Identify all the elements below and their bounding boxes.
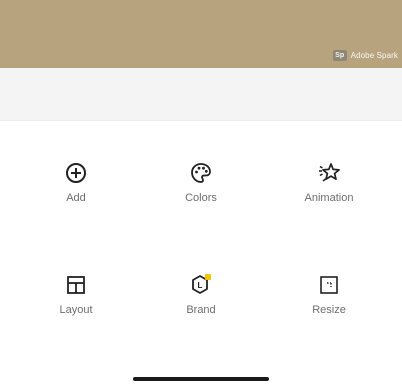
tool-layout-button[interactable]: Layout xyxy=(21,272,131,328)
tool-layout-label: Layout xyxy=(59,304,93,316)
tool-brand-label: Brand xyxy=(186,304,216,316)
animation-sparkle-icon xyxy=(316,160,342,186)
tool-add-button[interactable]: Add xyxy=(21,160,131,216)
tools-grid: Add Colors Animation Layout L Brand Resi… xyxy=(0,160,402,330)
canvas-strip xyxy=(0,68,402,121)
palette-icon xyxy=(188,160,214,186)
brand-hexagon-icon: L xyxy=(188,272,214,298)
layout-grid-icon xyxy=(63,272,89,298)
tool-add-label: Add xyxy=(66,192,86,204)
resize-frame-icon xyxy=(316,272,342,298)
tool-brand-button[interactable]: L Brand xyxy=(146,272,256,328)
adobe-spark-watermark: Sp Adobe Spark xyxy=(332,50,398,61)
tool-resize-label: Resize xyxy=(312,304,346,316)
tool-colors-button[interactable]: Colors xyxy=(146,160,256,216)
design-preview-banner: Sp Adobe Spark xyxy=(0,0,402,68)
tool-animation-button[interactable]: Animation xyxy=(274,160,384,216)
add-circle-icon xyxy=(63,160,89,186)
brand-badge-icon xyxy=(205,274,211,280)
tool-resize-button[interactable]: Resize xyxy=(274,272,384,328)
svg-text:L: L xyxy=(198,281,203,290)
tool-colors-label: Colors xyxy=(185,192,217,204)
adobe-spark-label: Adobe Spark xyxy=(350,51,398,60)
screen: Sp Adobe Spark Add Colors Animation Layo… xyxy=(0,0,402,385)
adobe-spark-logo-icon: Sp xyxy=(332,50,347,61)
home-indicator[interactable] xyxy=(133,377,269,381)
tool-animation-label: Animation xyxy=(304,192,354,204)
